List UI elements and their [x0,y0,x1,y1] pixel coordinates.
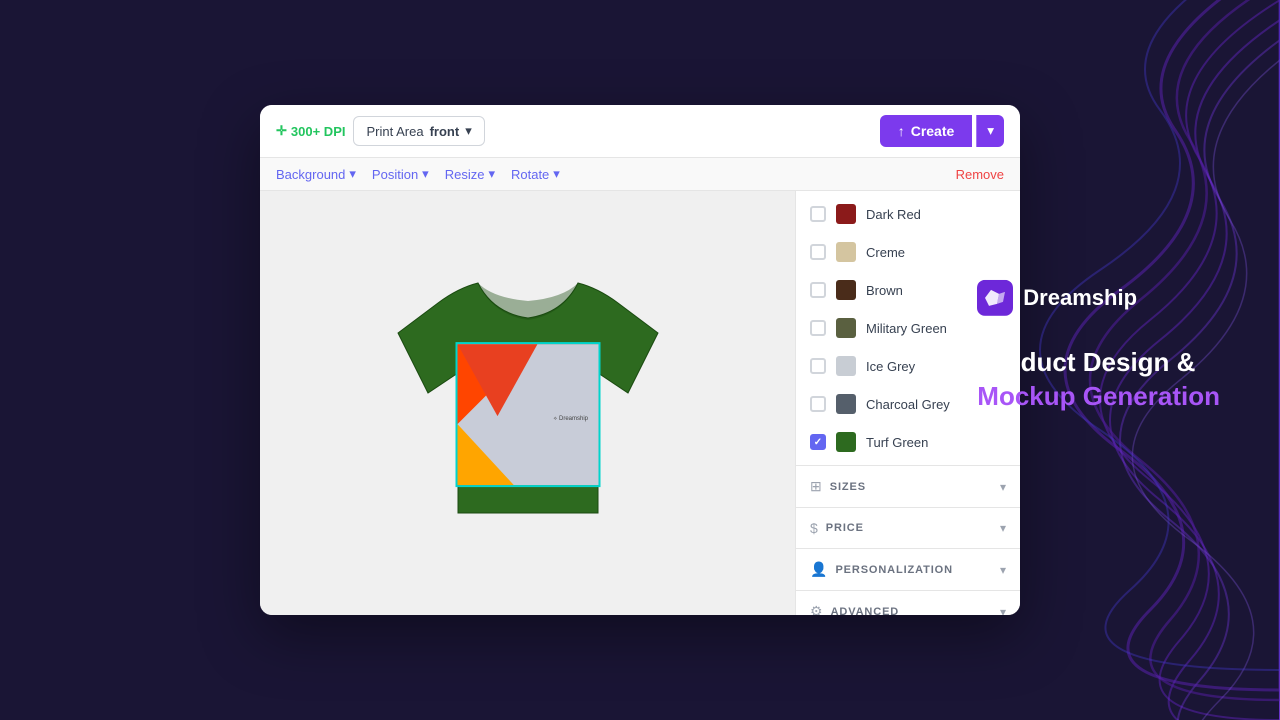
chevron-down-icon: ▾ [422,166,429,182]
resize-label: Resize [445,167,485,182]
background-button[interactable]: Background ▾ [276,166,356,182]
print-area-value: front [430,124,460,139]
tagline-line2: Mockup Generation [977,380,1220,414]
dpi-badge: ✛ 300+ DPI [276,123,345,139]
logo-text: Dreamship [1023,285,1137,311]
artwork-dreamship-label: ⟡ Dreamship [554,416,588,422]
canvas-panel: ⟡ Dreamship [260,191,795,615]
toolbar-left: ✛ 300+ DPI Print Area front ▾ [276,116,485,146]
chevron-down-icon: ▾ [349,166,356,182]
print-area-label: Print Area [366,124,423,139]
tagline-line1: Product Design & [977,346,1220,380]
tagline: Product Design & Mockup Generation [977,346,1220,414]
rotate-label: Rotate [511,167,549,182]
tshirt-container: ⟡ Dreamship [378,243,678,563]
branding-section: Dreamship Product Design & Mockup Genera… [977,280,1220,414]
artwork: ⟡ Dreamship [457,344,598,485]
chevron-down-icon: ▾ [553,166,560,182]
position-button[interactable]: Position ▾ [372,166,429,182]
rotate-button[interactable]: Rotate ▾ [511,166,560,182]
print-area-button[interactable]: Print Area front ▾ [353,116,484,146]
chevron-down-icon: ▾ [488,166,495,182]
design-overlay: ⟡ Dreamship [455,342,600,487]
resize-button[interactable]: Resize ▾ [445,166,495,182]
crosshair-icon: ✛ [276,123,287,139]
dpi-label: 300+ DPI [291,124,346,139]
chevron-down-icon: ▾ [465,123,472,139]
dreamship-logo: Dreamship [977,280,1220,316]
position-label: Position [372,167,418,182]
background-label: Background [276,167,345,182]
dreamship-logo-icon [977,280,1013,316]
